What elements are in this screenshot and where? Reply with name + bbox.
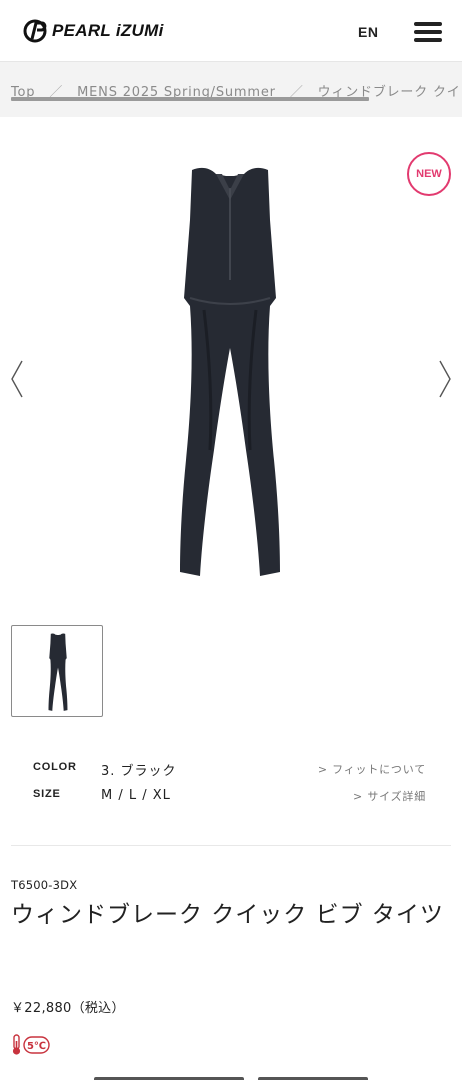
new-badge: NEW <box>407 152 451 196</box>
product-price: ￥22,880（税込） <box>11 1001 125 1016</box>
section-divider <box>11 845 451 846</box>
pearl-izumi-logo-icon <box>23 19 47 43</box>
thumbnail-image <box>48 633 68 711</box>
product-image <box>180 167 280 577</box>
chevron-right-icon[interactable] <box>438 360 452 398</box>
size-label: SIZE <box>33 788 61 800</box>
fit-info-link[interactable]: > フィットについて <box>318 761 426 777</box>
chevron-left-icon[interactable] <box>10 360 24 398</box>
color-value: 3. ブラック <box>101 764 177 779</box>
hamburger-menu-icon[interactable] <box>414 22 442 42</box>
product-sku: T6500-3DX <box>11 878 78 892</box>
temperature-value: 5℃ <box>27 1041 46 1052</box>
breadcrumb-scrollbar[interactable] <box>11 97 369 101</box>
product-thumbnail[interactable] <box>11 625 103 717</box>
product-title: ウィンドブレーク クイック ビブ タイツ <box>11 902 444 928</box>
brand-name: PEARL iZUMi <box>52 21 164 40</box>
brand-logo[interactable]: PEARL iZUMi <box>22 19 164 43</box>
breadcrumb: Top ／ MENS 2025 Spring/Summer ／ウィンドブレーク クイ <box>0 62 462 117</box>
thermometer-icon: 5℃ <box>12 1034 50 1055</box>
language-switch[interactable]: EN <box>358 24 378 40</box>
size-value: M / L / XL <box>101 788 171 803</box>
size-detail-link[interactable]: > サイズ詳細 <box>353 788 426 804</box>
site-header: PEARL iZUMi EN <box>0 0 462 62</box>
color-label: COLOR <box>33 761 77 773</box>
